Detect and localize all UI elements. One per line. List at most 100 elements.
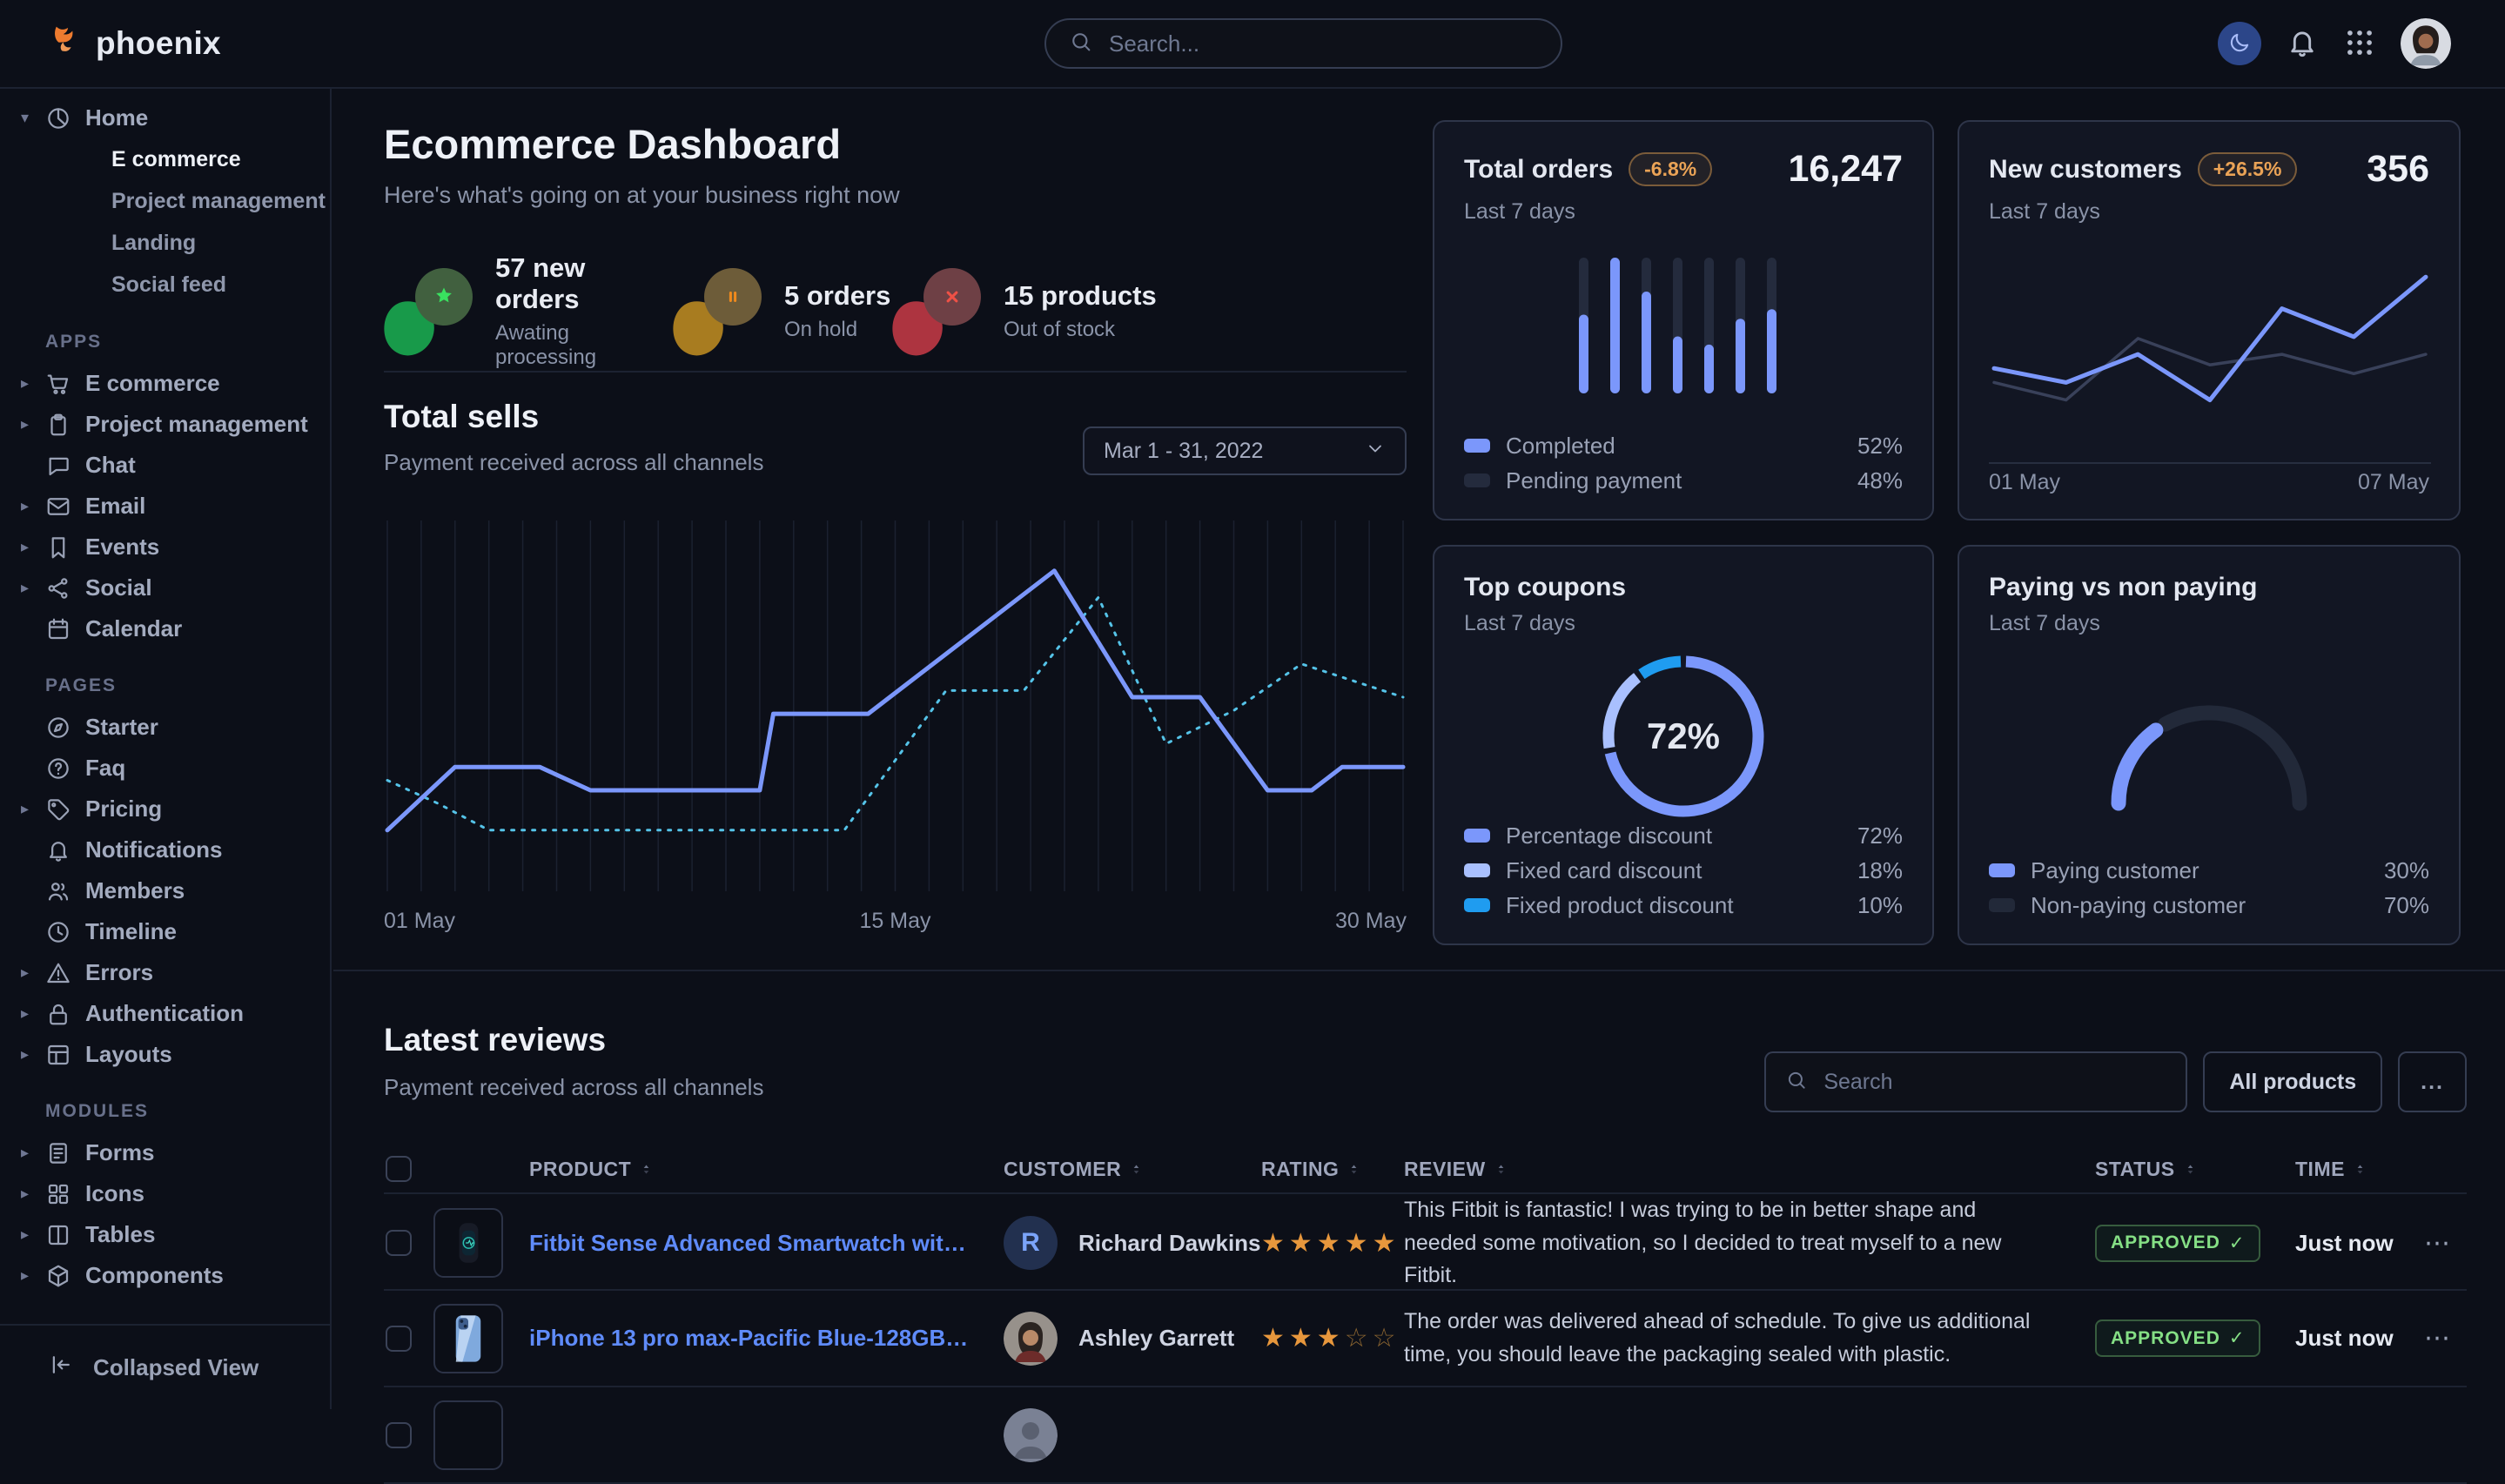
brand-logo[interactable]: phoenix <box>45 0 221 87</box>
card-title: New customers <box>1989 155 2182 185</box>
sidebar-item-tables[interactable]: ▸Tables <box>0 1214 330 1255</box>
sidebar: ▾HomeE commerceProject managementLanding… <box>0 89 332 1409</box>
divider <box>384 371 1407 373</box>
sidebar-subitem-landing[interactable]: Landing <box>0 222 330 264</box>
grid-icon <box>45 1181 85 1207</box>
legend-row: Pending payment48% <box>1464 463 1903 498</box>
sidebar-item-authentication[interactable]: ▸ Authentication <box>0 993 330 1034</box>
sidebar-item-starter[interactable]: Starter <box>0 707 330 748</box>
product-thumbnail[interactable] <box>433 1304 503 1373</box>
reviews-search[interactable] <box>1764 1051 2187 1112</box>
legend-value: 18% <box>1857 857 1903 884</box>
column-header-status[interactable]: STATUS <box>2095 1158 2295 1181</box>
global-search-input[interactable] <box>1107 30 1538 58</box>
sidebar-item-errors[interactable]: ▸Errors <box>0 952 330 993</box>
table-row <box>384 1387 2467 1484</box>
row-checkbox[interactable] <box>386 1422 412 1448</box>
column-header-time[interactable]: TIME <box>2295 1158 2424 1181</box>
sidebar-item-label: Events <box>85 534 159 561</box>
sidebar-section-label: MODULES <box>45 1101 330 1122</box>
column-header-review[interactable]: REVIEW <box>1404 1158 2095 1181</box>
avatar: R <box>1004 1216 1058 1270</box>
more-options-button[interactable]: ... <box>2398 1051 2467 1112</box>
sidebar-item-faq[interactable]: Faq <box>0 748 330 789</box>
row-checkbox[interactable] <box>386 1326 412 1352</box>
row-menu-button[interactable]: ⋯ <box>2424 1228 2467 1259</box>
caret-right-icon: ▸ <box>21 800 45 818</box>
column-header-product[interactable]: PRODUCT <box>529 1158 1004 1181</box>
sidebar-subitem-e-commerce[interactable]: E commerce <box>0 138 330 180</box>
caret-right-icon: ▸ <box>21 1004 45 1023</box>
product-link[interactable]: iPhone 13 pro max-Pacific Blue-128GB sto… <box>529 1325 1004 1352</box>
box-icon <box>45 1263 85 1289</box>
card-period: Last 7 days <box>1464 199 1903 225</box>
layout-icon <box>45 1042 85 1068</box>
clipboard-icon <box>45 412 85 438</box>
legend-swatch <box>1464 863 1490 877</box>
card-period: Last 7 days <box>1464 611 1903 636</box>
sidebar-item-components[interactable]: ▸Components <box>0 1255 330 1296</box>
customer-name: Richard Dawkins <box>1078 1230 1261 1257</box>
sidebar-item-social[interactable]: ▸Social <box>0 567 330 608</box>
sidebar-item-forms[interactable]: ▸Forms <box>0 1132 330 1173</box>
sidebar-item-members[interactable]: Members <box>0 870 330 911</box>
apps-grid-button[interactable] <box>2343 26 2376 62</box>
sidebar-item-timeline[interactable]: Timeline <box>0 911 330 952</box>
sidebar-item-home[interactable]: ▾Home <box>0 97 330 138</box>
sidebar-item-calendar[interactable]: Calendar <box>0 608 330 649</box>
sidebar-item-notifications[interactable]: Notifications <box>0 829 330 870</box>
latest-reviews-section: Latest reviews Payment received across a… <box>384 1022 2467 1101</box>
customers-line-chart <box>1989 249 2431 471</box>
sidebar-subitem-social-feed[interactable]: Social feed <box>0 264 330 306</box>
select-all-checkbox[interactable] <box>386 1156 412 1182</box>
product-thumbnail[interactable] <box>433 1400 503 1470</box>
caret-right-icon: ▸ <box>21 1185 45 1203</box>
stats-row: 57 new ordersAwating processing5 ordersO… <box>384 252 1407 370</box>
product-link[interactable]: Fitbit Sense Advanced Smartwatch with To… <box>529 1230 1004 1257</box>
card-legend: Paying customer30%Non-paying customer70% <box>1989 853 2429 923</box>
notifications-button[interactable] <box>2286 26 2319 62</box>
user-avatar[interactable] <box>2401 18 2451 69</box>
sidebar-item-label: E commerce <box>85 370 220 397</box>
column-header-customer[interactable]: CUSTOMER <box>1004 1158 1261 1181</box>
legend-value: 30% <box>2384 857 2429 884</box>
reviews-search-input[interactable] <box>1822 1069 2166 1096</box>
sidebar-nav: ▾HomeE commerceProject managementLanding… <box>0 89 330 1324</box>
sidebar-item-label: Authentication <box>85 1000 244 1027</box>
sidebar-item-email[interactable]: ▸Email <box>0 486 330 527</box>
sidebar-item-project-management[interactable]: ▸Project management <box>0 404 330 445</box>
cart-icon <box>45 371 85 397</box>
theme-toggle-button[interactable] <box>2218 22 2261 65</box>
all-products-button[interactable]: All products <box>2203 1051 2382 1112</box>
date-range-select[interactable]: Mar 1 - 31, 2022 <box>1083 426 1407 475</box>
sidebar-item-icons[interactable]: ▸Icons <box>0 1173 330 1214</box>
caret-right-icon: ▸ <box>21 964 45 982</box>
sidebar-subitem-project-management[interactable]: Project management <box>0 180 330 222</box>
sidebar-item-label: Starter <box>85 714 158 741</box>
question-icon <box>45 755 85 782</box>
global-search[interactable] <box>1044 18 1562 69</box>
sidebar-item-chat[interactable]: Chat <box>0 445 330 486</box>
sidebar-item-pricing[interactable]: ▸Pricing <box>0 789 330 829</box>
sidebar-section-label: APPS <box>45 332 330 353</box>
paying-vs-nonpaying-card: Paying vs non paying Last 7 days Paying … <box>1958 545 2461 945</box>
sidebar-item-events[interactable]: ▸Events <box>0 527 330 567</box>
sidebar-item-label: Email <box>85 493 145 520</box>
status-cell: APPROVED ✓ <box>2095 1319 2295 1357</box>
column-header-rating[interactable]: RATING <box>1261 1158 1404 1181</box>
sort-icon <box>2354 1163 2367 1176</box>
legend-row: Percentage discount72% <box>1464 818 1903 853</box>
card-value: 16,247 <box>1788 148 1903 191</box>
row-checkbox[interactable] <box>386 1230 412 1256</box>
row-menu-button[interactable]: ⋯ <box>2424 1323 2467 1353</box>
reviews-table: PRODUCTCUSTOMERRATINGREVIEWSTATUSTIME Fi… <box>384 1145 2467 1484</box>
sidebar-item-layouts[interactable]: ▸Layouts <box>0 1034 330 1075</box>
collapse-icon <box>48 1352 74 1384</box>
lock-icon <box>45 1001 85 1027</box>
stat-caption: Out of stock <box>1004 318 1157 342</box>
product-thumbnail[interactable] <box>433 1208 503 1278</box>
collapse-sidebar-button[interactable]: Collapsed View <box>0 1324 330 1409</box>
total-sells-subtitle: Payment received across all channels <box>384 449 763 476</box>
sidebar-item-e-commerce[interactable]: ▸E commerce <box>0 363 330 404</box>
trend-badge: +26.5% <box>2198 152 2298 186</box>
